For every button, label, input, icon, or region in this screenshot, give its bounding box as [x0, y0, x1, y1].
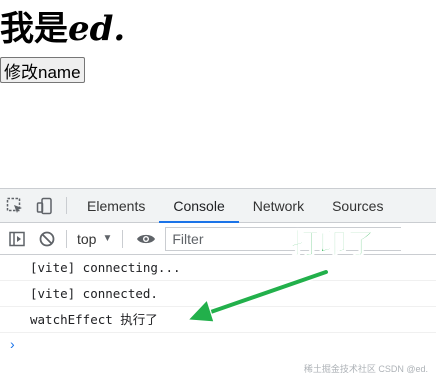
annotation-label: 打印了 [290, 227, 376, 261]
page: 我是ed. 修改name Elements Console Network So… [0, 0, 436, 385]
show-sidebar-icon[interactable] [4, 226, 30, 252]
clear-console-icon[interactable] [34, 226, 60, 252]
tab-console[interactable]: Console [159, 189, 240, 223]
device-toolbar-icon[interactable] [30, 189, 60, 222]
devtools-tab-bar: Elements Console Network Sources [0, 189, 436, 223]
devtools-panel: Elements Console Network Sources top ▼ F… [0, 188, 436, 385]
heading-name: ed. [68, 9, 126, 49]
tab-network[interactable]: Network [239, 189, 318, 222]
console-messages: [vite] connecting... [vite] connected. w… [0, 255, 436, 355]
live-expression-eye-icon[interactable] [133, 226, 159, 252]
tab-elements[interactable]: Elements [73, 189, 159, 222]
console-prompt[interactable]: › [0, 333, 436, 355]
page-heading: 我是ed. [0, 8, 125, 50]
toolbar-separator [122, 229, 124, 248]
tab-sources[interactable]: Sources [318, 189, 397, 222]
prompt-chevron-icon: › [10, 336, 15, 352]
inspect-element-icon[interactable] [0, 189, 30, 222]
toolbar-separator [66, 229, 67, 248]
tab-bar-separator [66, 197, 67, 214]
context-selector[interactable]: top ▼ [73, 231, 116, 247]
console-message: [vite] connected. [0, 281, 436, 307]
modify-name-button[interactable]: 修改name [0, 57, 85, 83]
heading-prefix: 我是 [0, 9, 68, 49]
console-message: watchEffect 执行了 [0, 307, 436, 333]
watermark: 稀土掘金技术社区 CSDN @ed. [303, 364, 428, 374]
caret-down-icon: ▼ [102, 233, 113, 244]
context-label: top [77, 230, 97, 247]
